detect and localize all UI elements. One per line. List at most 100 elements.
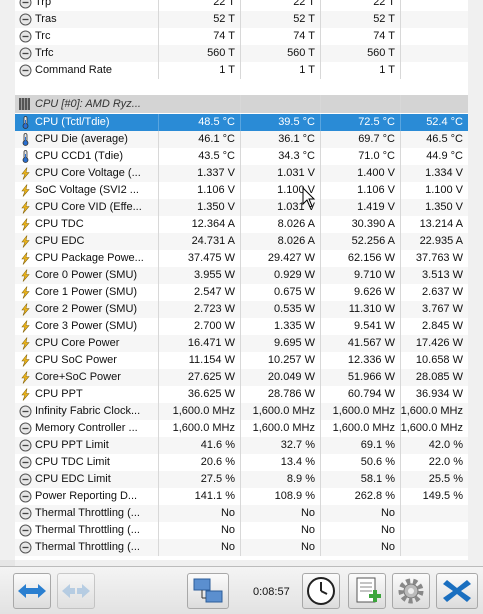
maximum-value: 50.6 % <box>360 456 395 468</box>
sensor-row[interactable]: Command Rate 1 T 1 T 1 T <box>15 62 468 79</box>
current-value: 2.547 W <box>194 286 235 298</box>
maximum-value: 52 T <box>373 13 395 25</box>
vertical-scrollbar[interactable] <box>468 0 483 566</box>
maximum-value: 1.106 V <box>357 184 395 196</box>
clock-icon <box>19 473 32 486</box>
sensor-row[interactable]: Core 1 Power (SMU) 2.547 W 0.675 W 9.626 W 2… <box>15 284 468 301</box>
sensor-row[interactable]: Trc 74 T 74 T 74 T <box>15 28 468 45</box>
average-value: 3.767 W <box>422 303 463 315</box>
average-value <box>400 28 468 45</box>
maximum-value: 62.156 W <box>347 252 395 264</box>
sensor-row[interactable]: Core 2 Power (SMU) 2.723 W 0.535 W 11.310 W… <box>15 301 468 318</box>
maximum-value: 41.567 W <box>347 337 395 349</box>
collapse-button[interactable] <box>57 573 95 609</box>
minimum-value: 10.257 W <box>267 354 315 366</box>
current-value: 48.5 °C <box>198 116 235 128</box>
sensor-row[interactable]: CPU TDC 12.364 A 8.026 A 30.390 A 13.214 A <box>15 216 468 233</box>
maximum-value: 71.0 °C <box>358 150 395 162</box>
sensor-label: CPU CCD1 (Tdie) <box>35 150 124 162</box>
maximum-value: 69.1 % <box>360 439 395 451</box>
minimum-value: 74 T <box>293 30 315 42</box>
arrows-inward-icon <box>62 584 90 598</box>
sensor-row[interactable]: CPU EDC 24.731 A 8.026 A 52.256 A 22.935 A <box>15 233 468 250</box>
lightning-icon <box>21 167 30 180</box>
thermometer-icon <box>22 150 29 163</box>
minimum-value: 52 T <box>293 13 315 25</box>
sensor-label: Core 1 Power (SMU) <box>35 286 138 298</box>
reset-timer-button[interactable] <box>302 573 340 609</box>
sensor-label: Thermal Throttling (... <box>35 541 140 553</box>
sensor-row[interactable]: Thermal Throttling (... No No No <box>15 539 468 556</box>
sensor-row[interactable]: Power Reporting D... 141.1 % 108.9 % 262.8 … <box>15 488 468 505</box>
current-value: 1 T <box>219 64 235 76</box>
sensor-row[interactable]: Memory Controller ... 1,600.0 MHz 1,600.0 … <box>15 420 468 437</box>
close-button[interactable] <box>436 573 478 609</box>
current-value: 3.955 W <box>194 269 235 281</box>
current-value: 74 T <box>213 30 235 42</box>
sensor-label: SoC Voltage (SVI2 ... <box>35 184 139 196</box>
sensor-row[interactable]: Core+SoC Power 27.625 W 20.049 W 51.966 W 28… <box>15 369 468 386</box>
average-value <box>400 505 468 522</box>
sensor-row[interactable]: CPU EDC Limit 27.5 % 8.9 % 58.1 % 25.5 % <box>15 471 468 488</box>
sensor-row[interactable]: CPU Core Voltage (... 1.337 V 1.031 V 1.400… <box>15 165 468 182</box>
minimum-value: 1.031 V <box>277 167 315 179</box>
sensor-label: CPU (Tctl/Tdie) <box>35 116 110 128</box>
sensor-row[interactable]: CPU (Tctl/Tdie) 48.5 °C 39.5 °C 72.5 °C 52.4… <box>15 114 468 131</box>
current-value: 1,600.0 MHz <box>172 405 235 417</box>
average-value: 17.426 W <box>415 337 463 349</box>
sensor-row[interactable]: Trfc 560 T 560 T 560 T <box>15 45 468 62</box>
average-value <box>400 0 468 11</box>
sensor-row[interactable]: CPU PPT 36.625 W 28.786 W 60.794 W 36.934 W <box>15 386 468 403</box>
minimum-value: 8.026 A <box>277 218 315 230</box>
sensor-row[interactable]: CPU CCD1 (Tdie) 43.5 °C 34.3 °C 71.0 °C 44.9… <box>15 148 468 165</box>
sensor-row[interactable]: Core 0 Power (SMU) 3.955 W 0.929 W 9.710 W 3… <box>15 267 468 284</box>
average-value: 22.935 A <box>419 235 463 247</box>
sensor-row[interactable]: CPU Core Power 16.471 W 9.695 W 41.567 W 17.… <box>15 335 468 352</box>
settings-button[interactable] <box>392 573 430 609</box>
thermometer-icon <box>22 116 29 129</box>
current-value: 22 T <box>213 0 235 8</box>
current-value: 37.475 W <box>187 252 235 264</box>
sensor-row[interactable]: Core 3 Power (SMU) 2.700 W 1.335 W 9.541 W 2… <box>15 318 468 335</box>
current-value: 11.154 W <box>188 354 235 366</box>
current-value: 1,600.0 MHz <box>172 422 235 434</box>
logging-button[interactable] <box>348 573 386 609</box>
current-value: No <box>220 524 235 536</box>
average-value: 13.214 A <box>419 218 463 230</box>
current-value: 141.1 % <box>194 490 235 502</box>
sensor-row[interactable]: CPU PPT Limit 41.6 % 32.7 % 69.1 % 42.0 % <box>15 437 468 454</box>
average-value: 1,600.0 MHz <box>400 405 463 417</box>
sensor-row[interactable]: CPU SoC Power 11.154 W 10.257 W 12.336 W 10.… <box>15 352 468 369</box>
sensor-row[interactable]: CPU TDC Limit 20.6 % 13.4 % 50.6 % 22.0 % <box>15 454 468 471</box>
average-value: 1.350 V <box>425 201 463 213</box>
current-value: 2.700 W <box>194 320 235 332</box>
sensor-label: CPU Core Voltage (... <box>35 167 141 179</box>
sensor-row[interactable]: Thermal Throttling (... No No No <box>15 522 468 539</box>
sensor-row[interactable]: Trp 22 T 22 T 22 T <box>15 0 468 11</box>
sensor-label: CPU Package Powe... <box>35 252 144 264</box>
sensor-row[interactable]: Thermal Throttling (... No No No <box>15 505 468 522</box>
minimum-value: No <box>300 507 315 519</box>
cpu-group-header[interactable]: CPU [#0]: AMD Ryz... <box>15 95 468 113</box>
clock-icon <box>19 47 32 60</box>
minimum-value: 32.7 % <box>280 439 315 451</box>
network-button[interactable] <box>187 573 229 609</box>
sensor-row[interactable]: Tras 52 T 52 T 52 T <box>15 11 468 28</box>
current-value: 41.6 % <box>200 439 235 451</box>
lightning-icon <box>21 337 30 350</box>
prev-next-button[interactable] <box>13 573 51 609</box>
minimum-value: 108.9 % <box>274 490 315 502</box>
maximum-value: 74 T <box>373 30 395 42</box>
sensor-row[interactable]: CPU Die (average) 46.1 °C 36.1 °C 69.7 °C 46… <box>15 131 468 148</box>
sensor-row[interactable]: SoC Voltage (SVI2 ... 1.106 V 1.100 V 1.106… <box>15 182 468 199</box>
average-value: 149.5 % <box>422 490 463 502</box>
sensor-label: Memory Controller ... <box>35 422 138 434</box>
maximum-value: 1,600.0 MHz <box>332 405 395 417</box>
sensor-row[interactable]: CPU Core VID (Effe... 1.350 V 1.031 V 1.419… <box>15 199 468 216</box>
maximum-value: 1 T <box>379 64 395 76</box>
minimum-value: 39.5 °C <box>278 116 315 128</box>
sensor-row[interactable]: CPU Package Powe... 37.475 W 29.427 W 62.15… <box>15 250 468 267</box>
sensor-label: Core 2 Power (SMU) <box>35 303 138 315</box>
minimum-value: 0.535 W <box>274 303 315 315</box>
sensor-row[interactable]: Infinity Fabric Clock... 1,600.0 MHz 1,600… <box>15 403 468 420</box>
